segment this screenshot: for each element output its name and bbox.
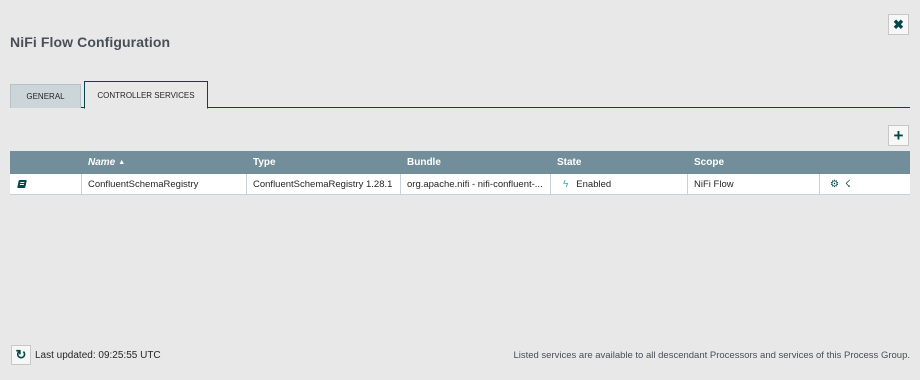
column-header-bundle[interactable]: Bundle <box>401 151 551 174</box>
tab-bar: GENERAL CONTROLLER SERVICES <box>10 81 910 109</box>
bundle-cell: org.apache.nifi - nifi-confluent-... <box>401 174 551 194</box>
type-cell: ConfluentSchemaRegistry 1.28.1 <box>247 174 401 194</box>
last-updated-label: Last updated: <box>35 350 96 361</box>
column-header-state[interactable]: State <box>551 151 688 174</box>
close-button[interactable]: ✖ <box>888 14 909 35</box>
last-updated-value: 09:25:55 UTC <box>98 350 161 361</box>
column-header-info <box>10 151 82 174</box>
close-icon: ✖ <box>893 16 904 32</box>
add-controller-service-button[interactable]: + <box>888 125 909 146</box>
column-header-name[interactable]: Name ▲ <box>82 151 247 174</box>
gear-icon[interactable]: ⚙ <box>830 179 839 190</box>
table-row[interactable]: ConfluentSchemaRegistry ConfluentSchemaR… <box>10 174 910 195</box>
controller-services-table: Name ▲ Type Bundle State Scope Confluent… <box>10 151 910 195</box>
column-header-scope[interactable]: Scope <box>688 151 820 174</box>
column-header-actions <box>820 151 910 174</box>
scope-cell: NiFi Flow <box>688 174 820 194</box>
name-cell: ConfluentSchemaRegistry <box>82 174 247 194</box>
actions-cell: ⚙ ☇ <box>820 174 910 194</box>
footer-note: Listed services are available to all des… <box>513 350 910 361</box>
table-header: Name ▲ Type Bundle State Scope <box>10 151 910 174</box>
refresh-icon: ↻ <box>15 347 27 362</box>
info-cell <box>10 174 82 194</box>
refresh-button[interactable]: ↻ <box>11 345 31 365</box>
last-updated: Last updated: 09:25:55 UTC <box>35 350 161 361</box>
dialog-title: NiFi Flow Configuration <box>10 34 171 50</box>
tab-general[interactable]: GENERAL <box>10 84 81 108</box>
usage-icon[interactable]: ☇ <box>845 179 851 190</box>
plus-icon: + <box>893 125 904 145</box>
lightning-bolt-icon: ϟ <box>563 178 569 190</box>
sort-ascending-icon: ▲ <box>118 159 126 166</box>
state-cell: ϟ Enabled <box>551 174 688 194</box>
state-label: Enabled <box>576 178 612 190</box>
tab-controller-services[interactable]: CONTROLLER SERVICES <box>84 81 208 109</box>
column-header-type[interactable]: Type <box>247 151 401 174</box>
book-icon[interactable] <box>17 180 27 188</box>
